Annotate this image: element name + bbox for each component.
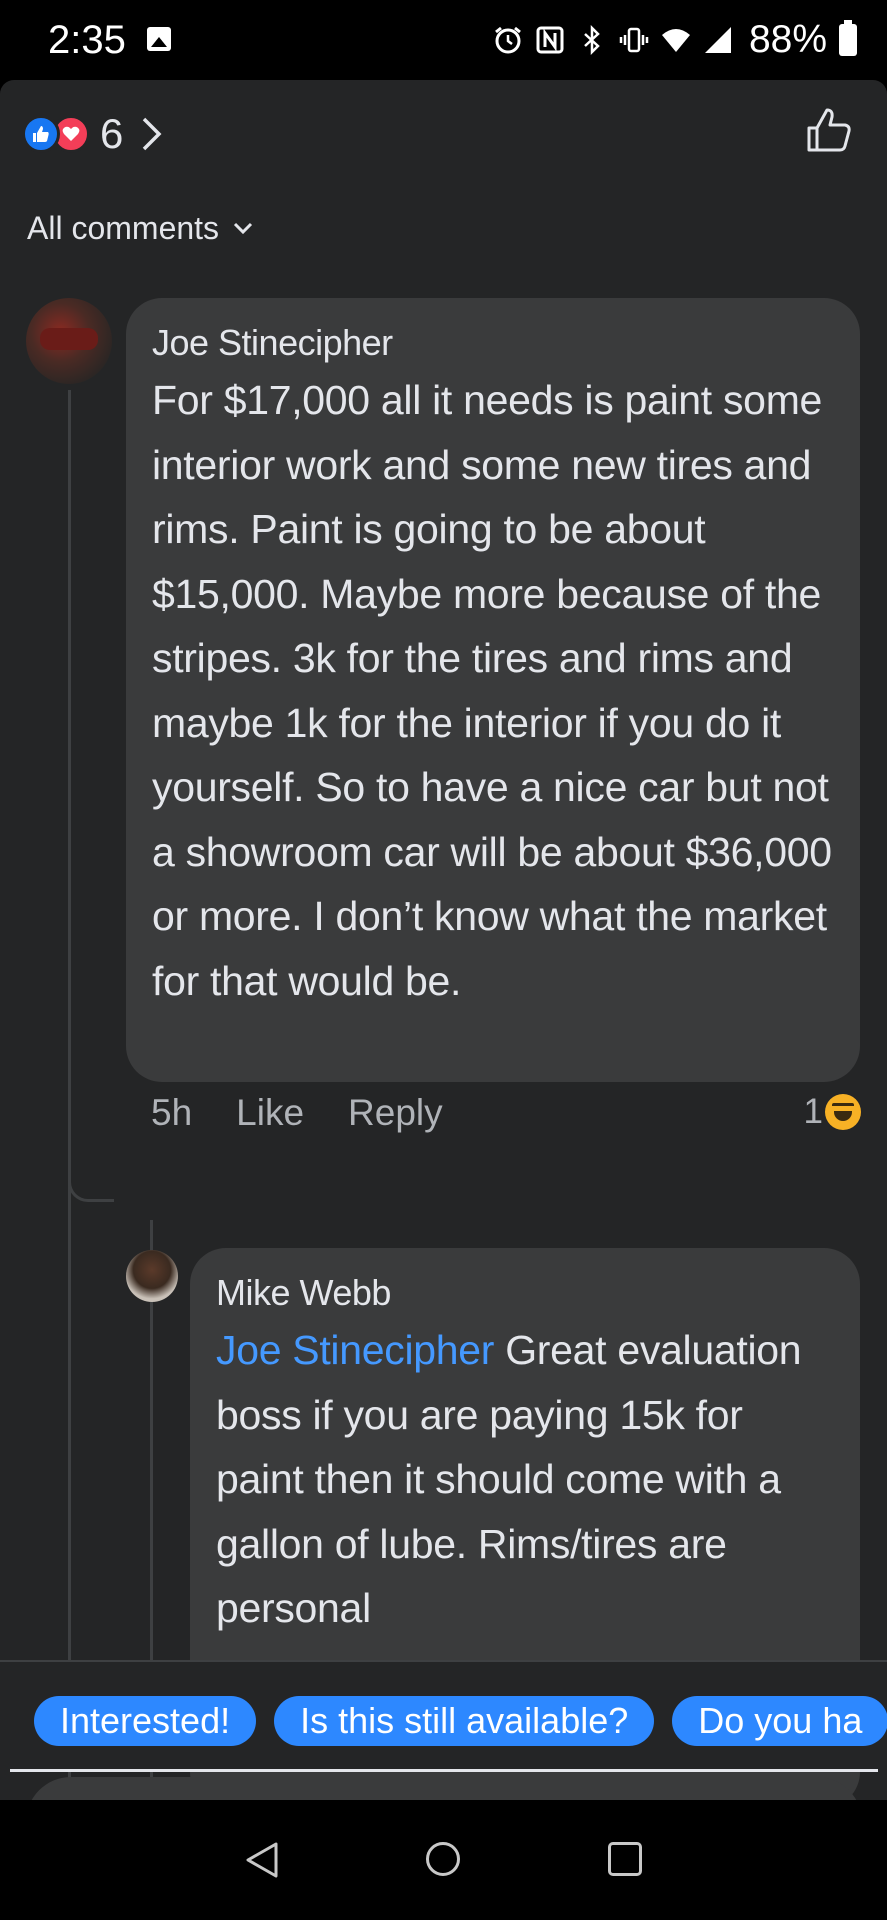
reaction-count: 1 [803,1092,823,1131]
like-icon[interactable] [805,106,853,154]
chevron-right-icon [143,117,162,151]
like-button[interactable]: Like [236,1092,304,1134]
comment-reaction-count[interactable]: 1 [804,1092,861,1132]
quick-reply-chip[interactable]: Is this still available? [274,1696,655,1746]
alarm-icon [495,26,521,54]
comment-input[interactable] [26,1777,862,1800]
battery-icon [839,20,857,56]
comment-time: 5h [151,1092,193,1133]
comment-actions: 5h Like Reply [151,1092,443,1134]
like-reaction-icon [22,115,60,153]
vibrate-icon [619,27,649,53]
navigation-bar [0,1800,887,1920]
gallery-icon [147,27,171,51]
comment-composer[interactable] [26,1777,862,1800]
quick-replies-bar: Interested! Is this still available? Do … [0,1660,887,1770]
haha-reaction-icon [825,1094,861,1130]
reaction-summary[interactable]: 6 [22,106,163,162]
avatar[interactable] [26,298,112,384]
status-icons: 88% [493,18,857,62]
battery-percent: 88% [748,18,827,61]
quick-reply-chip[interactable]: Interested! [34,1696,257,1746]
reply-button[interactable]: Reply [348,1092,443,1134]
status-bar: 2:35 88% [0,0,887,80]
chevron-down-icon [233,222,253,234]
comments-panel: 6 All comments Joe Stinecipher For $17,0… [0,80,887,1800]
reaction-count: 6 [100,110,124,157]
reply-connector [68,1170,114,1202]
divider [10,1769,878,1772]
signal-icon [704,27,731,53]
mention-link[interactable]: Joe Stinecipher [216,1327,494,1373]
back-icon[interactable] [244,1840,280,1880]
comment-bubble: Joe Stinecipher For $17,000 all it needs… [126,298,860,1082]
wifi-icon [661,29,690,52]
status-time: 2:35 [48,18,126,62]
bluetooth-icon [584,25,600,55]
comment-author[interactable]: Mike Webb [216,1268,834,1318]
quick-replies: Interested! Is this still available? Do … [34,1696,887,1746]
comment-text: For $17,000 all it needs is paint some i… [152,377,832,1004]
quick-reply-chip[interactable]: Do you ha [672,1696,887,1746]
nfc-icon [536,26,564,54]
avatar[interactable] [126,1250,178,1302]
thread-line [68,390,71,1800]
comment-filter-label: All comments [27,210,220,246]
recent-apps-icon[interactable] [608,1842,642,1876]
comment-text: Joe Stinecipher Great evaluation boss if… [216,1318,834,1641]
comment-filter-dropdown[interactable]: All comments [27,210,253,247]
home-icon[interactable] [426,1842,460,1876]
comment-author[interactable]: Joe Stinecipher [152,318,834,368]
